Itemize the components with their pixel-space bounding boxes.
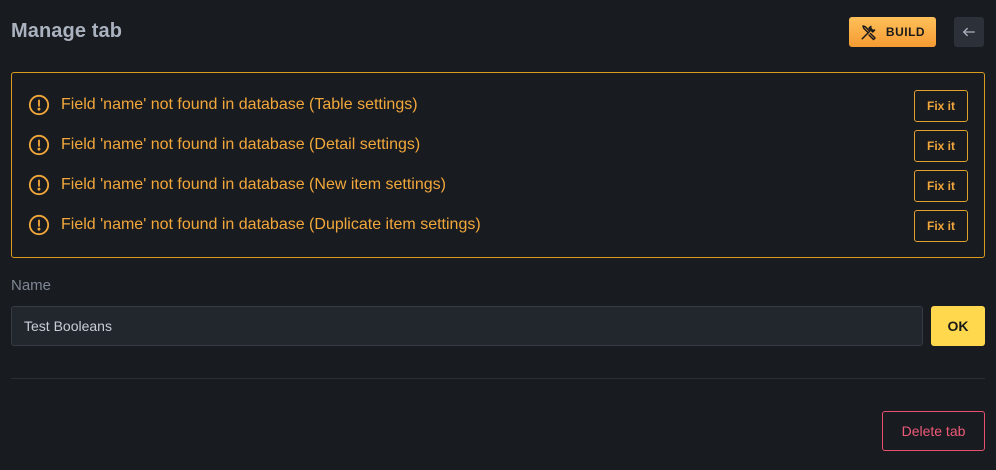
fix-it-button[interactable]: Fix it (914, 210, 968, 242)
warning-row: Field 'name' not found in database (Dupl… (28, 205, 968, 245)
divider (11, 378, 985, 379)
page-title: Manage tab (11, 20, 123, 42)
header: Manage tab BUILD (11, 0, 984, 64)
arrow-left-icon (963, 27, 975, 37)
delete-tab-button[interactable]: Delete tab (882, 411, 985, 451)
warning-message: Field 'name' not found in database (New … (61, 176, 446, 193)
back-button[interactable] (954, 17, 984, 47)
manage-tab-page: Manage tab BUILD Field 'name' not found … (0, 0, 996, 470)
fix-it-button[interactable]: Fix it (914, 170, 968, 202)
exclamation-circle-icon (28, 134, 50, 156)
exclamation-circle-icon (28, 94, 50, 116)
build-button-label: BUILD (885, 25, 926, 39)
fix-it-button[interactable]: Fix it (914, 130, 968, 162)
warning-row: Field 'name' not found in database (Tabl… (28, 85, 968, 125)
exclamation-circle-icon (28, 174, 50, 196)
name-label: Name (11, 277, 52, 294)
exclamation-circle-icon (28, 214, 50, 236)
fix-it-button[interactable]: Fix it (914, 90, 968, 122)
ok-button[interactable]: OK (931, 306, 985, 346)
warnings-panel: Field 'name' not found in database (Tabl… (11, 72, 985, 258)
warning-message: Field 'name' not found in database (Tabl… (61, 96, 418, 113)
warning-message: Field 'name' not found in database (Deta… (61, 136, 421, 153)
build-button[interactable]: BUILD (849, 17, 936, 47)
warning-row: Field 'name' not found in database (Deta… (28, 125, 968, 165)
name-input[interactable] (11, 306, 923, 346)
tools-icon (861, 25, 876, 41)
warning-message: Field 'name' not found in database (Dupl… (61, 216, 481, 233)
warning-row: Field 'name' not found in database (New … (28, 165, 968, 205)
